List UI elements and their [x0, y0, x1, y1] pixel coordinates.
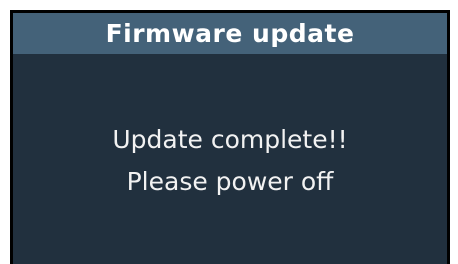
- device-screen: Firmware update Update complete!! Please…: [10, 10, 450, 264]
- message-line-complete: Update complete!!: [112, 125, 348, 154]
- message-line-power-off: Please power off: [126, 167, 334, 196]
- status-message: Update complete!! Please power off: [13, 119, 447, 203]
- firmware-update-dialog: Firmware update Update complete!! Please…: [13, 13, 447, 264]
- dialog-title: Firmware update: [13, 13, 447, 54]
